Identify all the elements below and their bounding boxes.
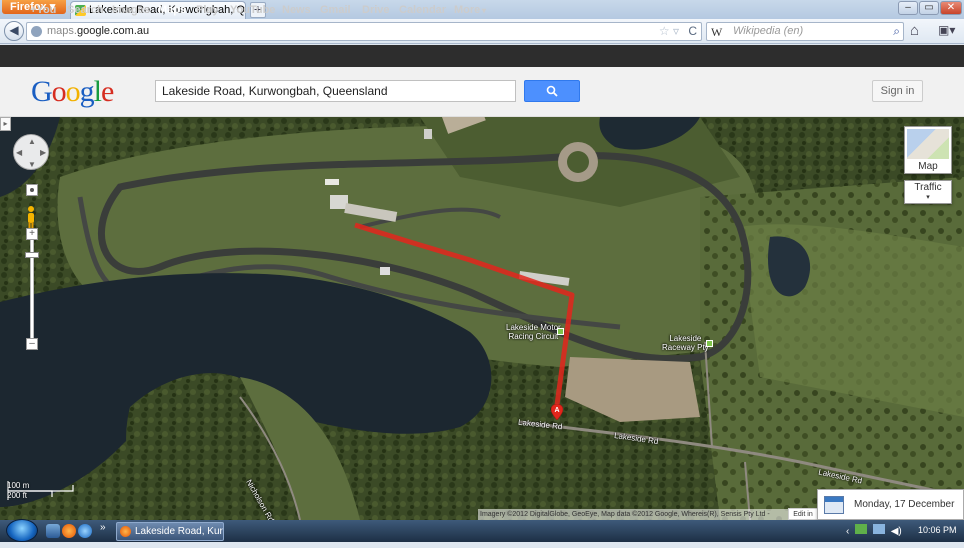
gbar-item-you[interactable]: +You <box>30 4 56 16</box>
gbar-item-search[interactable]: Search <box>67 4 104 16</box>
traffic-layer-button[interactable]: Traffic ▾ <box>904 180 952 204</box>
url-bar[interactable]: maps.google.com.au ☆ ▿ C <box>26 22 702 41</box>
search-bar[interactable]: W Wikipedia (en) ⌕ <box>706 22 904 41</box>
taskbar-item-label: Lakeside Road, Kur... <box>135 526 224 537</box>
chevron-down-icon[interactable]: ▾ <box>482 6 486 15</box>
tray-expand-icon[interactable]: ‹ <box>846 526 849 537</box>
zoom-out-button[interactable]: – <box>26 338 38 350</box>
tray-app-icon[interactable] <box>855 524 868 534</box>
logo-letter: g <box>79 75 95 108</box>
traffic-label: Traffic <box>914 182 942 193</box>
gbar-item-play[interactable]: Play <box>196 4 219 16</box>
date-tooltip: Monday, 17 December 2012 <box>817 489 964 539</box>
firefox-icon[interactable] <box>62 524 76 538</box>
map-type-label: Map <box>918 161 938 172</box>
site-identity-icon[interactable] <box>31 26 42 37</box>
poi-label-raceway[interactable]: Lakeside Raceway Pty <box>662 334 709 352</box>
gbar-item-calendar[interactable]: Calendar <box>399 4 446 16</box>
volume-icon[interactable]: ◀) <box>891 526 902 537</box>
bookmarks-menu-icon[interactable]: ▣▾ <box>938 23 955 37</box>
network-icon[interactable] <box>872 524 885 534</box>
map-scale: 100 m 200 ft <box>7 481 75 501</box>
edit-in-map-maker-link[interactable]: Edit in <box>788 508 818 520</box>
zoom-slider-handle[interactable] <box>25 252 39 258</box>
back-button[interactable]: ◀ <box>4 21 24 41</box>
gbar-item-drive[interactable]: Drive <box>362 4 390 16</box>
maps-search-button[interactable] <box>524 80 580 102</box>
google-bar <box>0 45 964 67</box>
firefox-icon <box>120 526 131 537</box>
calendar-icon <box>824 496 844 514</box>
logo-letter: G <box>31 75 53 108</box>
search-icon[interactable]: ⌕ <box>893 24 900 39</box>
scale-metric: 100 m <box>7 481 30 490</box>
reload-icon[interactable]: C <box>688 24 697 38</box>
collapse-panel-button[interactable]: ▸ <box>0 117 11 131</box>
gbar-item-youtube[interactable]: YouTube <box>230 4 275 16</box>
close-window-button[interactable]: ✕ <box>940 1 962 15</box>
map-attribution: Imagery ©2012 DigitalGlobe, GeoEye, Map … <box>478 509 788 520</box>
start-button[interactable] <box>6 519 38 542</box>
gbar-item-maps[interactable]: Maps <box>158 4 186 16</box>
satellite-map[interactable] <box>0 117 964 520</box>
flag-icon[interactable] <box>557 328 564 335</box>
search-icon <box>546 85 558 97</box>
gbar-item-gmail[interactable]: Gmail <box>320 4 351 16</box>
chevron-down-icon: ▾ <box>926 194 930 201</box>
gbar-item-news[interactable]: News <box>282 4 311 16</box>
flag-icon[interactable] <box>706 340 713 347</box>
maps-search-input[interactable]: Lakeside Road, Kurwongbah, Queensland <box>155 80 516 102</box>
satellite-imagery <box>0 117 964 520</box>
url-text: maps.google.com.au <box>47 25 150 37</box>
poi-label-motor-circuit[interactable]: Lakeside Motor Racing Circuit <box>506 323 561 341</box>
marker-a-icon[interactable]: A <box>551 404 563 420</box>
map-type-button[interactable]: Map <box>904 126 952 174</box>
google-logo[interactable]: Google <box>31 75 114 109</box>
my-location-button[interactable] <box>26 184 38 196</box>
clock[interactable]: 10:06 PM <box>918 525 957 535</box>
internet-explorer-icon[interactable] <box>78 524 92 538</box>
logo-letter: o <box>65 75 81 108</box>
map-thumbnail <box>907 129 949 159</box>
logo-letter: e <box>101 75 114 108</box>
quicklaunch-overflow[interactable]: » <box>100 522 106 533</box>
search-placeholder: Wikipedia (en) <box>733 25 804 37</box>
home-icon[interactable]: ⌂ <box>910 22 919 39</box>
logo-letter: o <box>51 75 67 108</box>
pegman-icon[interactable] <box>25 205 37 229</box>
pan-control[interactable]: ▲ ▼ ◀ ▶ <box>13 134 49 170</box>
scale-imperial: 200 ft <box>7 491 28 500</box>
maximize-button[interactable]: ▭ <box>919 1 939 15</box>
bookmark-star-icon[interactable]: ☆ ▿ <box>659 24 679 38</box>
gbar-item-images[interactable]: Images <box>112 4 150 16</box>
show-desktop-icon[interactable] <box>46 524 60 538</box>
marker-label: A <box>554 407 559 414</box>
logo-letter: l <box>93 75 102 108</box>
taskbar-item-firefox-window[interactable]: Lakeside Road, Kur... <box>116 522 224 541</box>
wikipedia-engine-icon[interactable]: W <box>711 25 722 40</box>
system-tray[interactable]: ‹ ◀) <box>846 524 902 537</box>
minimize-button[interactable]: – <box>898 1 918 15</box>
sign-in-button[interactable]: Sign in <box>872 80 923 102</box>
zoom-in-button[interactable]: + <box>26 228 38 240</box>
gbar-item-more[interactable]: More <box>454 4 480 16</box>
